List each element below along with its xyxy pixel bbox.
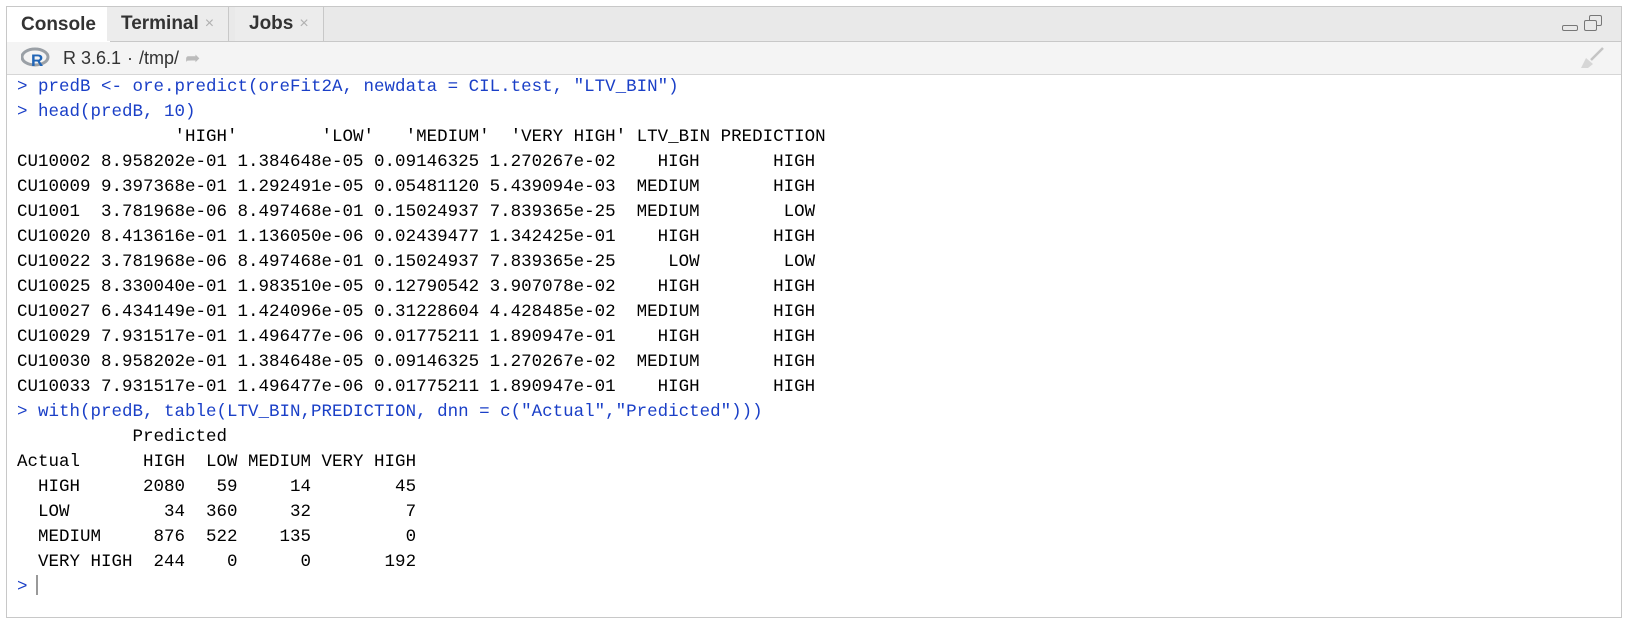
maximize-icon[interactable] [1583,15,1603,33]
r-version: R 3.6.1 [63,47,122,68]
tab-jobs[interactable]: Jobs × [235,7,324,41]
console-output-line: CU10020 8.413616e-01 1.136050e-06 0.0243… [17,227,816,247]
text-cursor [35,575,38,595]
tab-console-label: Console [21,13,96,35]
console-prompt-line[interactable]: > [17,575,1621,600]
console-output-line: LOW 34 360 32 7 [17,502,417,522]
console-output-line: CU10009 9.397368e-01 1.292491e-05 0.0548… [17,177,816,197]
r-logo-icon: R [21,47,51,69]
close-icon[interactable]: × [299,15,308,33]
console-output[interactable]: > predB <- ore.predict(oreFit2A, newdata… [7,75,1621,617]
path-separator: · [127,47,134,68]
console-output-line: Actual HIGH LOW MEDIUM VERY HIGH [17,452,417,472]
tab-terminal[interactable]: Terminal × [107,7,230,41]
window-controls [1561,15,1603,33]
console-output-line: CU10030 8.958202e-01 1.384648e-05 0.0914… [17,352,816,372]
console-output-line: VERY HIGH 244 0 0 192 [17,552,417,572]
close-icon[interactable]: × [205,15,214,33]
console-prompt: > [17,577,28,597]
console-output-line: HIGH 2080 59 14 45 [17,477,417,497]
pane-tab-bar: Console Terminal × Jobs × [7,7,1621,42]
clear-console-icon[interactable] [1579,47,1605,74]
console-pane: Console Terminal × Jobs × R R 3.6.1 · /t… [6,6,1622,618]
minimize-icon[interactable] [1561,15,1579,33]
go-to-directory-icon[interactable]: ➦ [185,48,200,69]
console-command-line: > with(predB, table(LTV_BIN,PREDICTION, … [17,402,763,422]
console-output-line: CU10002 8.958202e-01 1.384648e-05 0.0914… [17,152,816,172]
console-output-line: CU10025 8.330040e-01 1.983510e-05 0.1279… [17,277,816,297]
tab-jobs-label: Jobs [249,13,294,34]
svg-text:R: R [31,51,43,69]
console-output-line: CU10033 7.931517e-01 1.496477e-06 0.0177… [17,377,816,397]
console-output-line: CU10027 6.434149e-01 1.424096e-05 0.3122… [17,302,816,322]
console-output-line: Predicted [17,427,228,447]
working-directory[interactable]: /tmp/ [139,48,179,69]
tab-console[interactable]: Console [7,7,111,42]
console-command-line: > predB <- ore.predict(oreFit2A, newdata… [17,77,679,97]
console-output-line: MEDIUM 876 522 135 0 [17,527,417,547]
console-output-line: CU1001 3.781968e-06 8.497468e-01 0.15024… [17,202,816,222]
console-output-line: CU10022 3.781968e-06 8.497468e-01 0.1502… [17,252,816,272]
console-path-bar: R R 3.6.1 · /tmp/ ➦ [7,42,1621,75]
console-command-line: > head(predB, 10) [17,102,196,122]
tab-terminal-label: Terminal [121,13,199,34]
console-output-line: CU10029 7.931517e-01 1.496477e-06 0.0177… [17,327,816,347]
console-output-line: 'HIGH' 'LOW' 'MEDIUM' 'VERY HIGH' LTV_BI… [17,127,826,147]
